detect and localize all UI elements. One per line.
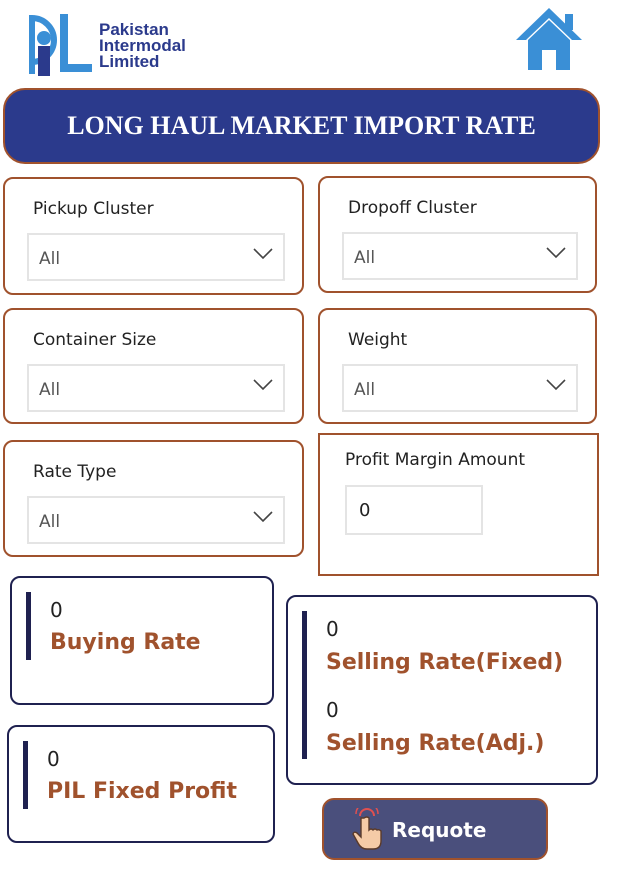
dropoff-cluster-value: All	[354, 248, 376, 268]
logo-line-3: Limited	[99, 52, 160, 71]
buying-rate-card: 0 Buying Rate	[10, 576, 274, 705]
container-size-value: All	[39, 380, 61, 400]
profit-margin-filter: Profit Margin Amount 0	[318, 433, 599, 576]
pickup-cluster-value: All	[39, 249, 61, 269]
container-size-filter: Container Size All	[3, 308, 304, 424]
page-title: LONG HAUL MARKET IMPORT RATE	[67, 111, 536, 140]
chevron-down-icon	[253, 248, 273, 260]
pil-fixed-profit-value: 0	[47, 747, 60, 771]
profit-margin-input[interactable]: 0	[345, 485, 483, 535]
accent-bar	[26, 592, 31, 660]
weight-filter: Weight All	[318, 308, 597, 424]
container-size-dropdown[interactable]: All	[27, 364, 285, 412]
requote-label: Requote	[392, 818, 487, 842]
rate-type-filter: Rate Type All	[3, 440, 304, 557]
home-icon[interactable]	[514, 6, 584, 72]
pickup-cluster-label: Pickup Cluster	[33, 199, 154, 219]
page-title-banner: LONG HAUL MARKET IMPORT RATE	[3, 88, 600, 164]
selling-fixed-value: 0	[326, 617, 339, 641]
buying-rate-label: Buying Rate	[50, 630, 201, 655]
pickup-cluster-filter: Pickup Cluster All	[3, 177, 304, 295]
rate-type-label: Rate Type	[33, 462, 117, 482]
selling-adj-value: 0	[326, 698, 339, 722]
selling-rate-card: 0 Selling Rate(Fixed) 0 Selling Rate(Adj…	[286, 595, 598, 785]
weight-label: Weight	[348, 330, 408, 350]
company-logo	[12, 8, 96, 78]
company-name: Pakistan Intermodal Limited	[99, 21, 186, 71]
chevron-down-icon	[546, 247, 566, 259]
dropoff-cluster-filter: Dropoff Cluster All	[318, 176, 597, 293]
chevron-down-icon	[546, 379, 566, 391]
pil-fixed-profit-label: PIL Fixed Profit	[47, 779, 237, 804]
profit-margin-label: Profit Margin Amount	[345, 450, 526, 470]
selling-adj-label: Selling Rate(Adj.)	[326, 731, 545, 756]
rate-type-value: All	[39, 512, 61, 532]
chevron-down-icon	[253, 379, 273, 391]
buying-rate-value: 0	[50, 598, 63, 622]
dropoff-cluster-label: Dropoff Cluster	[348, 198, 477, 218]
hand-pointer-icon	[352, 808, 382, 850]
rate-type-dropdown[interactable]: All	[27, 496, 285, 544]
pil-fixed-profit-card: 0 PIL Fixed Profit	[7, 725, 275, 843]
requote-button[interactable]: Requote	[322, 798, 548, 860]
profit-margin-value: 0	[359, 500, 371, 521]
dropoff-cluster-dropdown[interactable]: All	[342, 232, 578, 280]
container-size-label: Container Size	[33, 330, 157, 350]
pickup-cluster-dropdown[interactable]: All	[27, 233, 285, 281]
chevron-down-icon	[253, 511, 273, 523]
selling-fixed-label: Selling Rate(Fixed)	[326, 650, 564, 675]
accent-bar	[302, 611, 307, 759]
accent-bar	[23, 741, 28, 809]
weight-value: All	[354, 380, 376, 400]
weight-dropdown[interactable]: All	[342, 364, 578, 412]
